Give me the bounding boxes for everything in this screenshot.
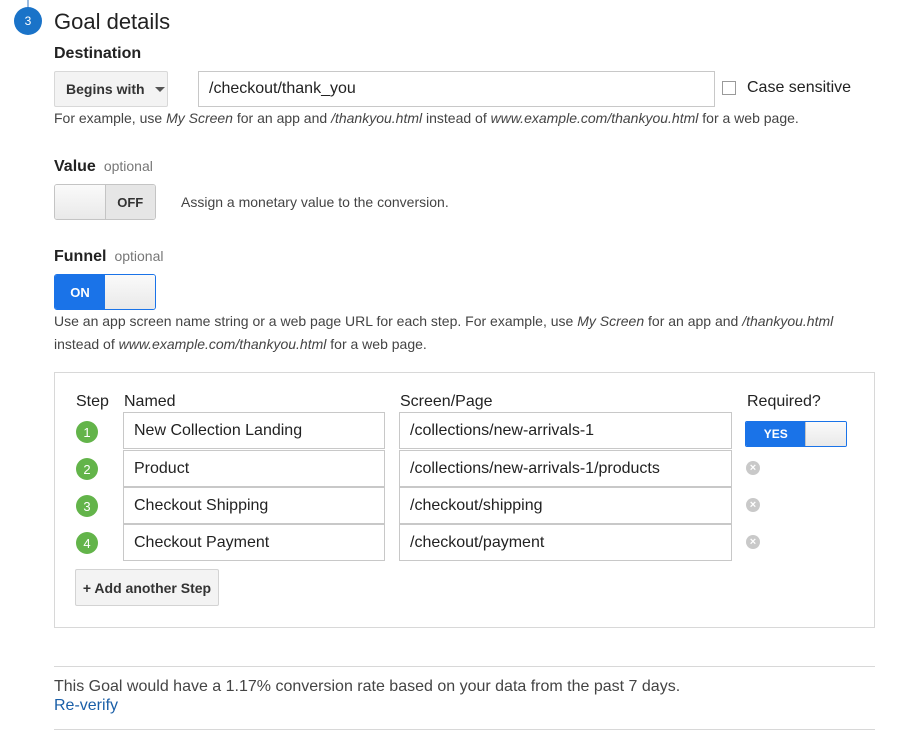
step-number-badge: 1: [76, 421, 98, 443]
value-description: Assign a monetary value to the conversio…: [181, 194, 449, 210]
remove-step-icon[interactable]: ×: [746, 535, 760, 549]
step-number-badge: 3: [14, 7, 42, 35]
funnel-label: Funnel optional: [54, 248, 164, 265]
destination-input-value: /checkout/thank_you: [209, 80, 356, 97]
column-header-named: Named: [124, 393, 176, 410]
required-toggle-label: YES: [746, 422, 806, 446]
case-sensitive-checkbox[interactable]: [722, 81, 736, 95]
column-header-step: Step: [76, 393, 109, 410]
column-header-required: Required?: [747, 393, 821, 410]
add-step-button[interactable]: + Add another Step: [75, 569, 219, 606]
match-type-value: Begins with: [66, 81, 145, 97]
destination-input[interactable]: /checkout/thank_you: [198, 71, 715, 107]
step-number-badge: 2: [76, 458, 98, 480]
toggle-state-label: OFF: [104, 185, 155, 219]
step-name-input[interactable]: Checkout Shipping: [123, 487, 385, 524]
step-name-input[interactable]: Product: [123, 450, 385, 487]
value-label: Value optional: [54, 158, 153, 175]
destination-label: Destination: [54, 45, 142, 62]
toggle-knob: [105, 275, 155, 309]
divider: [54, 666, 875, 667]
destination-help-text: For example, use My Screen for an app an…: [54, 110, 799, 126]
step-page-input[interactable]: /collections/new-arrivals-1/products: [399, 450, 732, 487]
step-number-badge: 4: [76, 532, 98, 554]
case-sensitive-label: Case sensitive: [747, 79, 852, 96]
step-page-input[interactable]: /collections/new-arrivals-1: [399, 412, 732, 449]
required-toggle[interactable]: YES: [745, 421, 847, 447]
reverify-link[interactable]: Re-verify: [54, 697, 118, 715]
funnel-toggle[interactable]: ON: [54, 274, 156, 310]
value-toggle[interactable]: OFF: [54, 184, 156, 220]
toggle-knob: [805, 422, 846, 446]
toggle-knob: [55, 185, 105, 219]
match-type-select[interactable]: Begins with: [54, 71, 168, 107]
step-name-input[interactable]: New Collection Landing: [123, 412, 385, 449]
caret-down-icon: [154, 86, 165, 92]
conversion-rate-text: This Goal would have a 1.17% conversion …: [54, 678, 681, 695]
step-page-input[interactable]: /checkout/shipping: [399, 487, 732, 524]
step-page-input[interactable]: /checkout/payment: [399, 524, 732, 561]
divider: [54, 729, 875, 730]
page-title: Goal details: [54, 9, 171, 34]
toggle-state-label: ON: [55, 275, 105, 309]
funnel-optional-label: optional: [114, 248, 164, 264]
funnel-help-text: Use an app screen name string or a web p…: [54, 313, 834, 352]
step-name-input[interactable]: Checkout Payment: [123, 524, 385, 561]
remove-step-icon[interactable]: ×: [746, 461, 760, 475]
column-header-page: Screen/Page: [400, 393, 493, 410]
remove-step-icon[interactable]: ×: [746, 498, 760, 512]
step-number-badge: 3: [76, 495, 98, 517]
value-optional-label: optional: [103, 158, 153, 174]
